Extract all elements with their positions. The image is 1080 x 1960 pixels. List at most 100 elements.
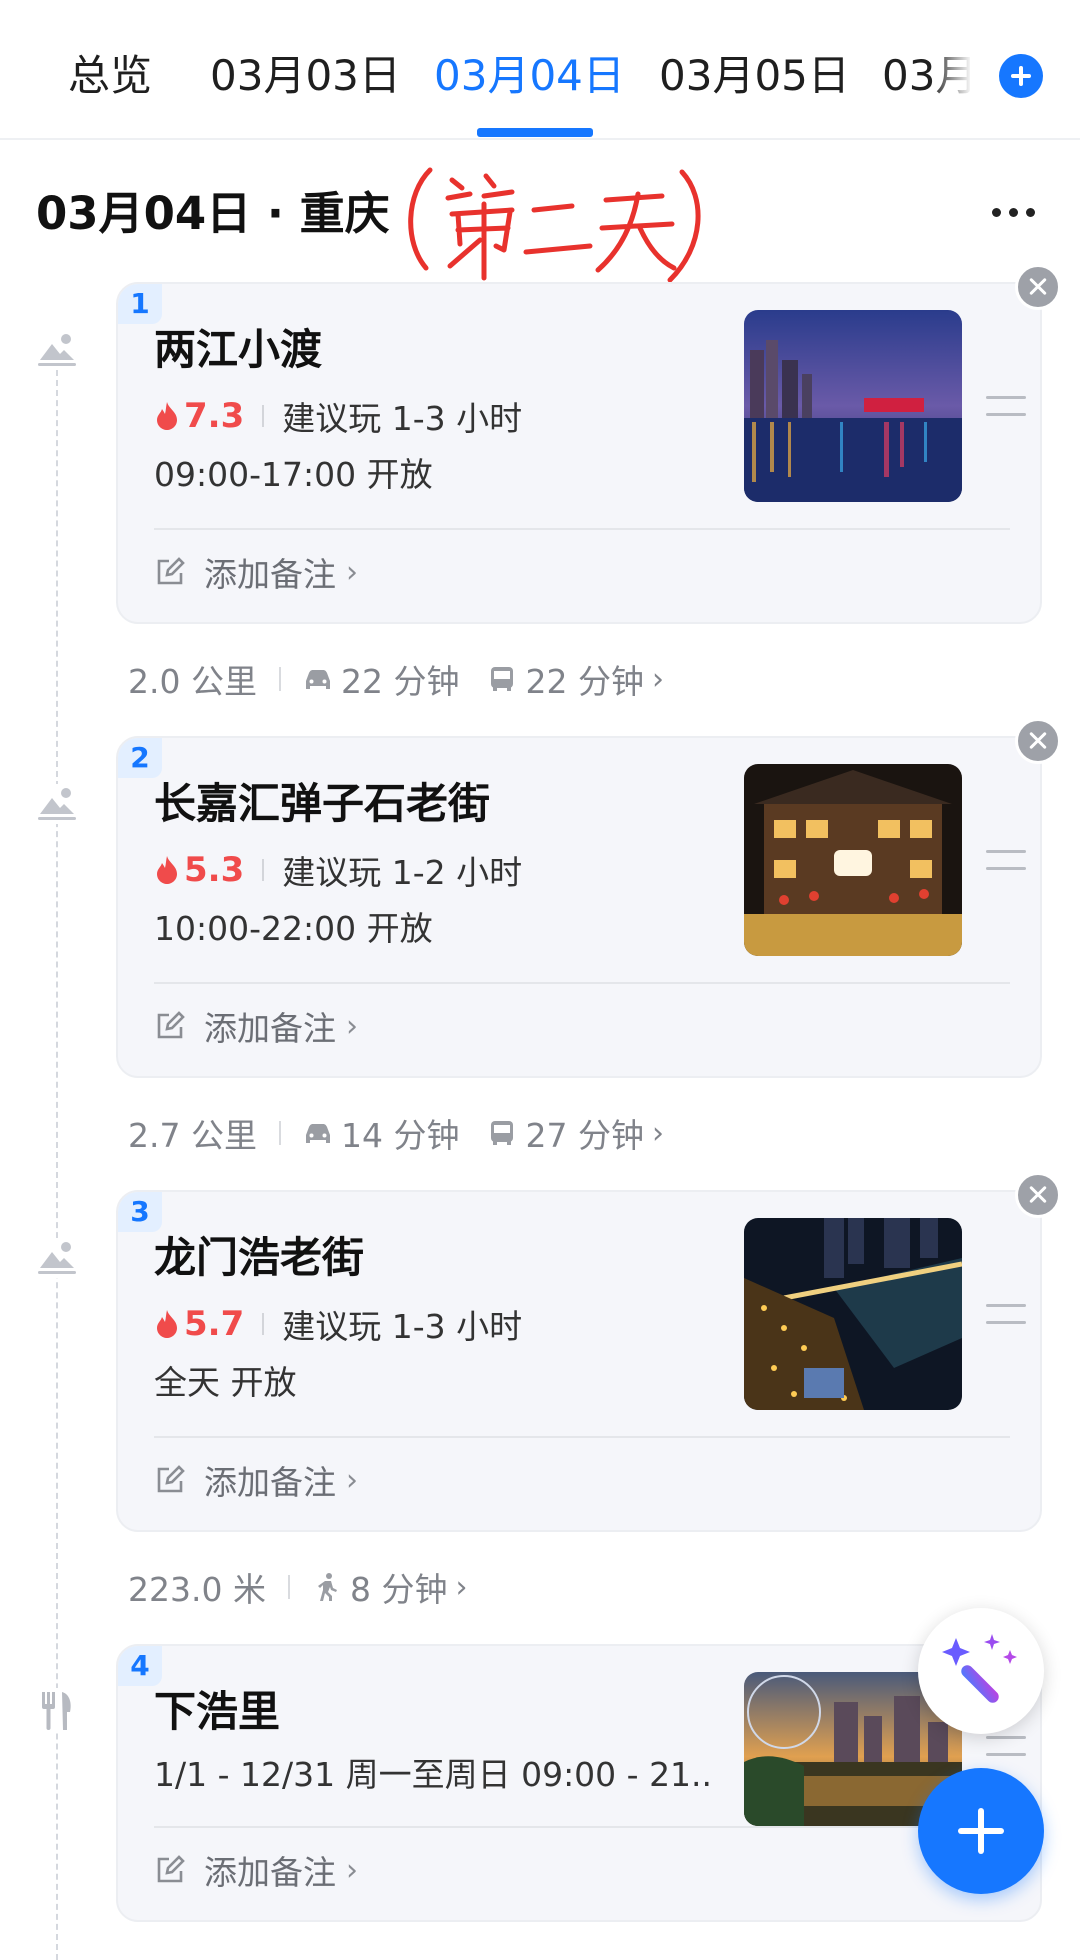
car-icon	[305, 1124, 330, 1143]
suggested-duration: 建议玩 1-2 小时	[282, 853, 523, 892]
place-index: 4	[118, 1646, 162, 1686]
edit-icon	[157, 1465, 185, 1493]
ai-magic-button[interactable]	[918, 1608, 1044, 1734]
place-name: 龙门浩老街	[154, 1233, 365, 1282]
card-divider	[154, 1826, 1010, 1828]
transport-row[interactable]: 223.0 米 8 分钟 ›	[128, 1562, 467, 1612]
edit-icon	[157, 1855, 185, 1883]
drag-handle[interactable]	[986, 1736, 1026, 1758]
card-divider	[154, 1436, 1010, 1438]
add-note-button[interactable]: 添加备注 ›	[154, 1848, 358, 1892]
opening-hours: 1/1 - 12/31 周一至周日 09:00 - 21...	[154, 1755, 714, 1794]
chevron-right-icon: ›	[346, 1008, 358, 1044]
active-tab-indicator	[477, 128, 593, 137]
attraction-icon	[36, 330, 78, 370]
add-note-label: 添加备注	[204, 1853, 336, 1892]
add-note-button[interactable]: 添加备注 ›	[154, 1458, 358, 1502]
edit-icon	[157, 1011, 185, 1039]
chevron-right-icon: ›	[455, 1569, 468, 1605]
card-divider	[154, 982, 1010, 984]
transport-divider	[278, 1121, 281, 1145]
transport-row[interactable]: 2.0 公里 22 分钟 22 分钟 ›	[128, 654, 664, 704]
restaurant-icon	[36, 1688, 78, 1732]
chevron-right-icon: ›	[651, 1115, 664, 1151]
distance: 223.0 米	[128, 1570, 266, 1609]
place-card[interactable]: 4 下浩里 1/1 - 12/31 周一至周日 09:00 - 21... 添加…	[116, 1644, 1042, 1922]
handwritten-annotation	[408, 167, 701, 283]
transport-row[interactable]: 2.7 公里 14 分钟 27 分钟 ›	[128, 1108, 664, 1158]
place-meta: 7.3 建议玩 1-3 小时	[154, 394, 522, 438]
transport-divider	[287, 1575, 290, 1599]
heat-rating: 5.7	[184, 1304, 245, 1344]
place-photo[interactable]	[744, 764, 962, 956]
add-note-label: 添加备注	[204, 555, 336, 594]
meta-divider	[262, 859, 265, 881]
add-place-plus-icon[interactable]	[918, 1768, 1044, 1894]
remove-place-button[interactable]	[1015, 718, 1061, 764]
car-icon	[305, 670, 330, 689]
add-note-button[interactable]: 添加备注 ›	[154, 550, 358, 594]
attraction-icon	[36, 1238, 78, 1278]
place-card[interactable]: 3 龙门浩老街 5.7 建议玩 1-3 小时 全天 开放 添加备注 ›	[116, 1190, 1042, 1532]
suggested-duration: 建议玩 1-3 小时	[282, 399, 523, 438]
card-divider	[154, 528, 1010, 530]
chevron-right-icon: ›	[346, 554, 358, 590]
place-meta: 5.7 建议玩 1-3 小时	[154, 1302, 522, 1346]
remove-place-button[interactable]	[1015, 1172, 1061, 1218]
bus-duration: 22 分钟	[525, 662, 644, 701]
transport-divider	[278, 667, 281, 691]
place-name: 两江小渡	[154, 325, 323, 374]
bus-icon	[491, 1121, 514, 1145]
tab-fade	[930, 30, 990, 120]
place-card[interactable]: 2 长嘉汇弹子石老街 5.3 建议玩 1-2 小时 10:00-22:00 开放…	[116, 736, 1042, 1078]
opening-hours: 09:00-17:00 开放	[154, 455, 433, 494]
walk-duration: 8 分钟	[349, 1570, 448, 1609]
remove-place-button[interactable]	[1015, 264, 1061, 310]
add-note-button[interactable]: 添加备注 ›	[154, 1004, 358, 1048]
attraction-icon	[36, 784, 78, 824]
add-note-label: 添加备注	[204, 1009, 336, 1048]
fire-icon	[157, 856, 177, 884]
day-tab-bar: 总览 03月03日 03月04日 03月05日 03月	[0, 0, 1080, 140]
drag-handle[interactable]	[986, 850, 1026, 872]
edit-icon	[157, 557, 185, 585]
meta-divider	[262, 405, 265, 427]
walk-icon	[317, 1573, 337, 1601]
suggested-duration: 建议玩 1-3 小时	[282, 1307, 523, 1346]
place-index: 3	[118, 1192, 162, 1232]
place-meta: 5.3 建议玩 1-2 小时	[154, 848, 522, 892]
fire-icon	[157, 1310, 177, 1338]
add-note-label: 添加备注	[204, 1463, 336, 1502]
fire-icon	[157, 402, 177, 430]
car-duration: 14 分钟	[340, 1116, 460, 1155]
distance: 2.0 公里	[128, 662, 257, 701]
drag-handle[interactable]	[986, 1304, 1026, 1326]
more-dots-icon[interactable]	[992, 206, 1036, 220]
tab-day-0304[interactable]: 03月04日	[434, 48, 625, 104]
tab-day-0305[interactable]: 03月05日	[659, 48, 850, 104]
heat-rating: 7.3	[184, 396, 245, 436]
add-day-plus-icon[interactable]	[999, 54, 1043, 98]
chevron-right-icon: ›	[346, 1462, 358, 1498]
tab-overview[interactable]: 总览	[68, 48, 152, 104]
magic-wand-icon	[942, 1634, 1017, 1703]
opening-hours: 全天 开放	[154, 1363, 297, 1402]
chevron-right-icon: ›	[346, 1852, 358, 1888]
bus-icon	[491, 667, 514, 691]
car-duration: 22 分钟	[340, 662, 460, 701]
place-name: 长嘉汇弹子石老街	[154, 779, 491, 828]
distance: 2.7 公里	[128, 1116, 257, 1155]
bus-duration: 27 分钟	[525, 1116, 644, 1155]
heat-rating: 5.3	[184, 850, 245, 890]
meta-divider	[262, 1313, 265, 1335]
tab-day-0303[interactable]: 03月03日	[210, 48, 401, 104]
place-photo[interactable]	[744, 310, 962, 502]
drag-handle[interactable]	[986, 396, 1026, 418]
place-photo[interactable]	[744, 1218, 962, 1410]
place-index: 1	[118, 284, 162, 324]
opening-hours: 10:00-22:00 开放	[154, 909, 433, 948]
day-title: 03月04日 · 重庆	[36, 187, 390, 240]
place-card[interactable]: 1 两江小渡 7.3 建议玩 1-3 小时 09:00-17:00 开放 添加备…	[116, 282, 1042, 624]
place-name: 下浩里	[154, 1687, 281, 1736]
chevron-right-icon: ›	[651, 661, 664, 697]
